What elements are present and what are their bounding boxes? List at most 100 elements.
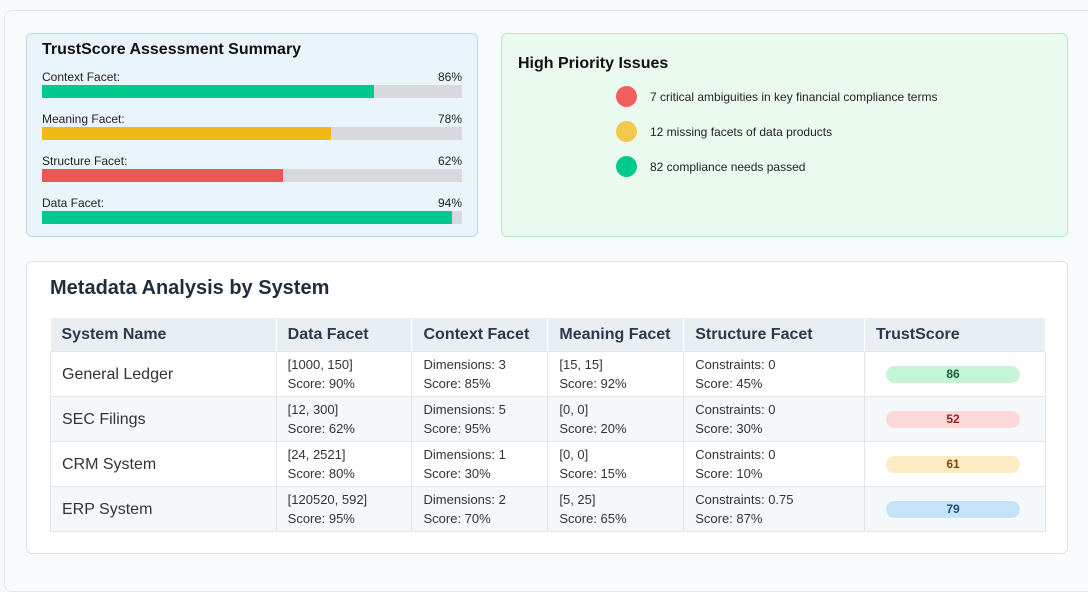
cell-line: [5, 25] [559,492,596,507]
priority-title: High Priority Issues [518,55,669,72]
metadata-analysis-card: Metadata Analysis by System System Name … [26,261,1068,554]
cell-line: Score: 95% [423,421,491,436]
facet-bar-fill [42,211,452,224]
facet-percent: 78% [437,112,462,126]
table-header-row: System Name Data Facet Context Facet Mea… [50,318,1046,352]
cell-line: Score: 62% [287,421,355,436]
issue-text: 7 critical ambiguities in key financial … [650,90,938,104]
cell-line: Score: 15% [559,466,627,481]
cell-line: Score: 90% [287,376,355,391]
system-name-cell: General Ledger [50,351,277,397]
cell-line: Score: 30% [423,466,491,481]
trustscore-badge: 61 [886,455,1020,473]
facet-bar-fill [42,85,374,98]
facet-label: Data Facet: [42,196,105,210]
data-facet-cell: [1000, 150] Score: 90% [275,351,413,397]
data-facet-cell: [12, 300] Score: 62% [275,396,413,442]
context-facet-cell: Dimensions: 3 Score: 85% [411,351,549,397]
cell-line: Score: 80% [287,466,355,481]
column-header[interactable]: Meaning Facet [547,318,685,352]
data-facet-cell: [24, 2521] Score: 80% [275,441,413,487]
table-row[interactable]: General Ledger [1000, 150] Score: 90% Dim… [50,351,1046,397]
facet-label: Context Facet: [42,70,121,84]
cell-line: [15, 15] [559,357,603,372]
cell-line: Constraints: 0 [695,357,776,372]
green-status-dot-icon [616,156,637,177]
trustscore-summary-card: TrustScore Assessment Summary Context Fa… [26,33,478,237]
cell-line: [0, 0] [559,447,589,462]
cell-line: Dimensions: 3 [423,357,506,372]
table-row[interactable]: SEC Filings [12, 300] Score: 62% Dimensio… [50,396,1046,442]
facet-bar-fill [42,127,331,140]
cell-line: Score: 20% [559,421,627,436]
metadata-table: System Name Data Facet Context Facet Mea… [50,318,1046,532]
issue-text: 12 missing facets of data products [650,125,833,139]
context-facet-cell: Dimensions: 5 Score: 95% [411,396,549,442]
structure-facet-cell: Constraints: 0 Score: 30% [683,396,865,442]
trustscore-cell: 79 [864,486,1046,532]
column-header[interactable]: TrustScore [864,318,1046,352]
facet-percent: 62% [437,154,462,168]
cell-line: Dimensions: 5 [423,402,506,417]
trustscore-cell: 52 [864,396,1046,442]
cell-line: Constraints: 0.75 [695,492,794,507]
facet-bar-track [42,169,462,182]
trustscore-badge: 79 [886,500,1020,518]
facet-percent: 86% [437,70,462,84]
data-facet-cell: [120520, 592] Score: 95% [275,486,413,532]
context-facet-cell: Dimensions: 2 Score: 70% [411,486,549,532]
trustscore-cell: 61 [864,441,1046,487]
facet-label: Structure Facet: [42,154,128,168]
cell-line: Score: 30% [695,421,763,436]
column-header[interactable]: System Name [50,318,277,352]
column-header[interactable]: Data Facet [276,318,413,352]
facet-percent: 94% [437,196,462,210]
high-priority-issues-card: High Priority Issues 7 critical ambiguit… [501,33,1068,237]
cell-line: [12, 300] [287,402,339,417]
red-status-dot-icon [616,86,637,107]
cell-line: Score: 70% [423,511,491,526]
yellow-status-dot-icon [616,121,637,142]
trustscore-badge: 52 [886,410,1020,428]
facet-label: Meaning Facet: [42,112,125,126]
cell-line: Dimensions: 2 [423,492,506,507]
system-name-cell: CRM System [50,441,277,487]
cell-line: Score: 92% [559,376,627,391]
cell-line: [0, 0] [559,402,589,417]
facet-bar-track [42,211,462,224]
structure-facet-cell: Constraints: 0.75 Score: 87% [683,486,865,532]
table-row[interactable]: ERP System [120520, 592] Score: 95% Dimen… [50,486,1046,532]
table-title: Metadata Analysis by System [50,277,330,299]
facet-bar-track [42,127,462,140]
cell-line: Score: 45% [695,376,763,391]
meaning-facet-cell: [15, 15] Score: 92% [547,351,685,397]
structure-facet-cell: Constraints: 0 Score: 45% [683,351,865,397]
cell-line: [1000, 150] [287,357,353,372]
cell-line: Constraints: 0 [695,402,776,417]
cell-line: Score: 10% [695,466,763,481]
cell-line: [120520, 592] [287,492,368,507]
issue-text: 82 compliance needs passed [650,160,806,174]
summary-title: TrustScore Assessment Summary [42,41,302,58]
cell-line: Dimensions: 1 [423,447,506,462]
facet-bar-fill [42,169,284,182]
trustscore-badge: 86 [886,365,1020,383]
meaning-facet-cell: [0, 0] Score: 20% [547,396,685,442]
context-facet-cell: Dimensions: 1 Score: 30% [411,441,549,487]
cell-line: Score: 95% [287,511,355,526]
cell-line: Score: 65% [559,511,627,526]
cell-line: [24, 2521] [287,447,346,462]
table-row[interactable]: CRM System [24, 2521] Score: 80% Dimensio… [50,441,1046,487]
system-name-cell: ERP System [50,486,277,532]
meaning-facet-cell: [0, 0] Score: 15% [547,441,685,487]
structure-facet-cell: Constraints: 0 Score: 10% [683,441,865,487]
column-header[interactable]: Structure Facet [683,318,865,352]
cell-line: Constraints: 0 [695,447,776,462]
meaning-facet-cell: [5, 25] Score: 65% [547,486,685,532]
system-name-cell: SEC Filings [50,396,277,442]
column-header[interactable]: Context Facet [411,318,549,352]
trustscore-cell: 86 [864,351,1046,397]
cell-line: Score: 85% [423,376,491,391]
cell-line: Score: 87% [695,511,763,526]
facet-bar-track [42,85,462,98]
